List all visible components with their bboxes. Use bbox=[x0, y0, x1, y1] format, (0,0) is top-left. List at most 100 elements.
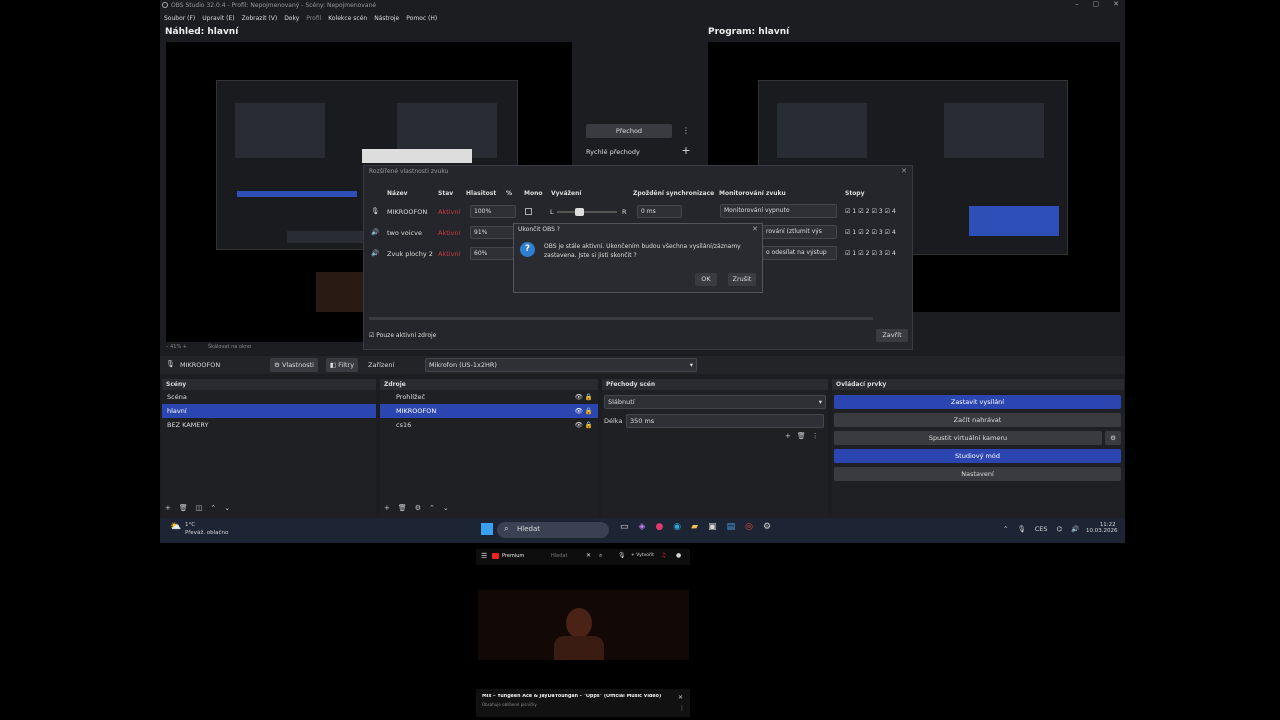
transition-menu-icon[interactable]: ⋮ bbox=[679, 124, 693, 138]
balance-slider[interactable] bbox=[557, 208, 617, 216]
video-subtitle: Obsahuje oblíbené písničky bbox=[482, 702, 537, 707]
move-up-icon[interactable]: ⌃ bbox=[210, 504, 216, 512]
close-button[interactable]: Zavřít bbox=[876, 329, 908, 342]
tracks-row-1[interactable]: ☑ 1 ☑ 2 ☑ 3 ☑ 4 bbox=[845, 208, 896, 215]
source-item[interactable]: MIKROOFON 👁 🔒 bbox=[380, 404, 598, 418]
video-player[interactable] bbox=[478, 590, 689, 660]
menu-docks[interactable]: Doky bbox=[284, 15, 299, 22]
maximize-button[interactable]: ▢ bbox=[1093, 0, 1100, 8]
create-button[interactable]: + Vytvořit bbox=[631, 553, 654, 558]
start-virtual-camera-button[interactable]: Spustit virtuální kameru bbox=[834, 431, 1102, 445]
device-select[interactable]: Mikrofon (US-1x2HR) ▾ bbox=[425, 358, 697, 372]
menu-help[interactable]: Pomoc (H) bbox=[406, 15, 437, 22]
menu-view[interactable]: Zobrazit (V) bbox=[242, 15, 278, 22]
start-icon[interactable] bbox=[481, 523, 493, 535]
volume-icon[interactable]: 🔊 bbox=[1071, 525, 1079, 533]
source-item[interactable]: cs16 👁 🔒 bbox=[380, 418, 598, 432]
virtual-camera-settings-icon[interactable]: ⚙ bbox=[1105, 431, 1121, 445]
cancel-button[interactable]: Zrušit bbox=[728, 273, 756, 286]
app-icon[interactable]: ● bbox=[655, 522, 663, 532]
explorer-icon[interactable]: ▰ bbox=[691, 522, 698, 532]
add-quick-transition-icon[interactable]: + bbox=[679, 144, 693, 158]
menu-scene-collection[interactable]: Kolekce scén bbox=[328, 15, 367, 22]
store-icon[interactable]: ▣ bbox=[708, 522, 717, 532]
dismiss-icon[interactable]: ✕ bbox=[678, 694, 683, 701]
properties-button[interactable]: ⚙ Vlastnosti bbox=[270, 358, 318, 372]
photos-icon[interactable]: ▤ bbox=[727, 522, 736, 532]
tracks-row-2[interactable]: ☑ 1 ☑ 2 ☑ 3 ☑ 4 bbox=[845, 229, 896, 236]
close-window-button[interactable]: ✕ bbox=[1113, 0, 1119, 8]
add-scene-icon[interactable]: + bbox=[165, 504, 171, 512]
task-view-icon[interactable]: ▭ bbox=[620, 522, 629, 532]
video-card[interactable]: Mix – Yungeen Ace & JayDaYoungan - "Opps… bbox=[476, 689, 690, 717]
menu-edit[interactable]: Upravit (E) bbox=[202, 15, 234, 22]
tracks-row-3[interactable]: ☑ 1 ☑ 2 ☑ 3 ☑ 4 bbox=[845, 250, 896, 257]
monitoring-select[interactable]: o odesílat na výstup bbox=[762, 246, 837, 260]
menu-tools[interactable]: Nástroje bbox=[374, 15, 399, 22]
more-options-icon[interactable]: ⋮ bbox=[679, 705, 685, 712]
scene-filters-icon[interactable]: ◫ bbox=[196, 504, 203, 512]
clock[interactable]: 11:22 10.03.2026 bbox=[1086, 522, 1118, 534]
advanced-audio-close-icon[interactable]: ✕ bbox=[901, 167, 907, 175]
transition-button[interactable]: Přechod bbox=[586, 124, 672, 138]
sync-offset-input[interactable]: 0 ms bbox=[637, 205, 682, 218]
filters-button[interactable]: ◧ Filtry bbox=[326, 358, 358, 372]
scene-item[interactable]: hlavní bbox=[162, 404, 376, 418]
stop-streaming-button[interactable]: Zastavit vysílání bbox=[834, 395, 1121, 409]
chrome-icon[interactable]: ◎ bbox=[745, 522, 753, 532]
microphone-icon[interactable]: 🎙 bbox=[1017, 525, 1025, 533]
start-recording-button[interactable]: Začít nahrávat bbox=[834, 413, 1121, 427]
only-active-checkbox[interactable]: ☑ Pouze aktivní zdroje bbox=[369, 332, 436, 339]
preview-zoom[interactable]: – 41% + bbox=[166, 344, 187, 350]
studio-mode-button[interactable]: Studiový mód bbox=[834, 449, 1121, 463]
monitoring-select[interactable]: rování (ztlumit výs bbox=[762, 225, 837, 239]
balance-handle[interactable] bbox=[575, 208, 584, 216]
add-source-icon[interactable]: + bbox=[384, 504, 390, 512]
edge-icon[interactable]: ◉ bbox=[673, 522, 681, 532]
remove-transition-icon[interactable]: 🗑 bbox=[797, 432, 806, 440]
voice-search-icon[interactable]: 🎙 bbox=[618, 552, 626, 559]
youtube-top-bar: ☰ Premium Hledat ✕ ⌕ 🎙 + Vytvořit ♫ ● bbox=[476, 549, 690, 565]
scene-item[interactable]: Scéna bbox=[162, 390, 376, 404]
source-item[interactable]: Prohlížeč 👁 🔒 bbox=[380, 390, 598, 404]
close-search-icon[interactable]: ✕ bbox=[586, 552, 591, 559]
scale-to-window[interactable]: Škálovat na okno bbox=[208, 344, 251, 350]
volume-input[interactable]: 91% bbox=[470, 226, 516, 239]
move-down-icon[interactable]: ⌄ bbox=[224, 504, 230, 512]
horizontal-scrollbar[interactable] bbox=[369, 317, 873, 320]
mono-checkbox[interactable] bbox=[525, 208, 532, 215]
source-settings-icon[interactable]: ⚙ bbox=[415, 504, 421, 512]
account-icon[interactable]: ● bbox=[676, 552, 681, 559]
search-icon[interactable]: ⌕ bbox=[599, 552, 602, 560]
taskbar-search[interactable]: ⌕ Hledat bbox=[497, 522, 609, 538]
menu-profile[interactable]: Profil bbox=[306, 15, 321, 22]
phone-search-field[interactable]: Hledat bbox=[551, 553, 567, 559]
move-down-icon[interactable]: ⌄ bbox=[443, 504, 449, 512]
volume-input[interactable]: 60% bbox=[470, 247, 516, 260]
duration-input[interactable]: 350 ms bbox=[626, 414, 824, 428]
settings-icon[interactable]: ⚙ bbox=[763, 522, 771, 532]
transition-menu-icon[interactable]: ⋮ bbox=[812, 432, 819, 440]
weather-temp: 1°C bbox=[185, 522, 196, 528]
scene-item[interactable]: BEZ KAMERY bbox=[162, 418, 376, 432]
transition-type-select[interactable]: Slábnutí ▾ bbox=[604, 395, 826, 409]
preview-label: Náhled: hlavní bbox=[165, 27, 239, 37]
monitoring-select[interactable]: Monitorování vypnuto bbox=[720, 204, 837, 218]
quit-dialog-close-icon[interactable]: ✕ bbox=[752, 225, 758, 233]
network-icon[interactable]: ⌬ bbox=[1057, 525, 1063, 533]
language-indicator[interactable]: CES bbox=[1035, 525, 1048, 533]
copilot-icon[interactable]: ◈ bbox=[639, 522, 646, 532]
add-transition-icon[interactable]: + bbox=[785, 432, 791, 440]
move-up-icon[interactable]: ⌃ bbox=[429, 504, 435, 512]
notifications-icon[interactable]: ♫ bbox=[661, 552, 666, 559]
weather-icon[interactable]: ⛅ bbox=[170, 522, 181, 532]
menu-icon[interactable]: ☰ bbox=[481, 552, 487, 560]
minimize-button[interactable]: – bbox=[1075, 0, 1079, 8]
ok-button[interactable]: OK bbox=[695, 273, 717, 286]
volume-input[interactable]: 100% bbox=[470, 205, 516, 218]
remove-source-icon[interactable]: 🗑 bbox=[398, 504, 407, 512]
settings-button[interactable]: Nastavení bbox=[834, 467, 1121, 481]
menu-file[interactable]: Soubor (F) bbox=[164, 15, 195, 22]
remove-scene-icon[interactable]: 🗑 bbox=[179, 504, 188, 512]
tray-chevron-icon[interactable]: ⌃ bbox=[1003, 525, 1008, 533]
